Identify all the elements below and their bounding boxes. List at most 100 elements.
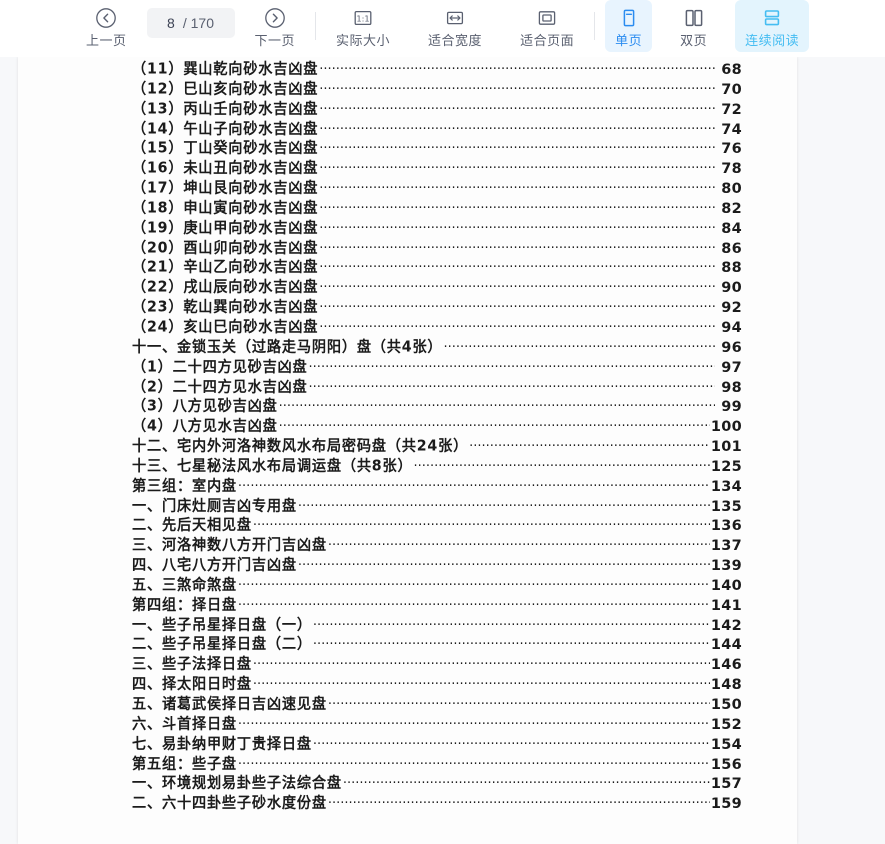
toc-leader-dots: ········································… <box>297 558 710 574</box>
toc-entry[interactable]: （13）丙山壬向砂水吉凶盘 ···························… <box>132 99 742 119</box>
toc-entry[interactable]: 四、八宅八方开门吉凶盘 ·····························… <box>132 555 742 575</box>
toc-entry-page: 152 <box>710 716 742 733</box>
single-page-icon <box>618 6 640 30</box>
toc-entry[interactable]: （15）丁山癸向砂水吉凶盘 ···························… <box>132 138 742 158</box>
toc-leader-dots: ········································… <box>312 736 710 752</box>
toc-entry[interactable]: 十二、宅内外河洛神数风水布局密码盘（共24张） ·················… <box>132 436 742 456</box>
toc-leader-dots: ········································… <box>312 637 710 653</box>
toc-entry-page: 140 <box>710 577 742 594</box>
toc-entry[interactable]: 十三、七星秘法风水布局调运盘（共8张） ·····················… <box>132 456 742 476</box>
toc-entry-page: 136 <box>710 518 742 535</box>
toc-entry-title: 四、择太阳日时盘 <box>132 676 252 694</box>
toc-entry-page: 70 <box>721 81 742 98</box>
toc-entry[interactable]: （4）八方见水吉凶盘 ······························… <box>132 416 742 436</box>
toc-entry-page: 139 <box>710 558 742 575</box>
toc-entry-page: 148 <box>710 677 742 694</box>
toc-entry-title: 十三、七星秘法风水布局调运盘（共8张） <box>132 458 413 475</box>
toc-entry[interactable]: （19）庚山甲向砂水吉凶盘 ···························… <box>132 218 742 238</box>
toc-leader-dots: ········································… <box>237 478 710 494</box>
toc-leader-dots: ········································… <box>319 240 715 256</box>
toc-entry-page: 150 <box>710 697 742 713</box>
toc-entry-title: 一、些子吊星择日盘（一） <box>132 616 312 634</box>
toc-leader-dots: ········································… <box>327 697 710 712</box>
toc-entry-title: 二、先后天相见盘 <box>132 517 252 535</box>
toc-entry[interactable]: 五、诸葛武侯择日吉凶速见盘 ···························… <box>132 694 742 714</box>
toc-entry-title: 二、六十四卦些子砂水度份盘 <box>132 795 327 813</box>
toc-entry[interactable]: （16）未山丑向砂水吉凶盘 ···························… <box>132 158 742 178</box>
page-number-input[interactable]: 8 / 170 <box>146 8 235 38</box>
toc-entry-title: 六、斗首择日盘 <box>132 715 237 733</box>
continuous-reading-button[interactable]: 连续阅读 <box>735 0 810 52</box>
toc-entry[interactable]: （2）二十四方见水吉凶盘 ····························… <box>132 377 742 397</box>
toc-entry-page: 99 <box>721 399 742 416</box>
toc-entry[interactable]: 第四组：择日盘 ·································… <box>132 595 742 615</box>
toc-entry[interactable]: （12）巳山亥向砂水吉凶盘 ···························… <box>132 79 742 99</box>
single-page-label: 单页 <box>615 33 643 48</box>
toc-leader-dots: ········································… <box>319 300 715 316</box>
toc-entry-title: （18）申山寅向砂水吉凶盘 <box>132 200 319 217</box>
toc-leader-dots: ········································… <box>443 339 715 355</box>
prev-page-button[interactable]: 上一页 <box>76 0 137 52</box>
toc-entry[interactable]: 一、环境规划易卦些子法综合盘 ··························… <box>132 773 742 793</box>
toc-leader-dots: ········································… <box>319 319 715 335</box>
toc-entry[interactable]: 第三组：室内盘 ·································… <box>132 476 742 496</box>
fit-page-button[interactable]: 适合页面 <box>510 0 584 52</box>
toc-entry[interactable]: （11）巽山乾向砂水吉凶盘 ···························… <box>132 59 742 79</box>
toc-leader-dots: ········································… <box>237 597 710 613</box>
toc-leader-dots: ········································… <box>469 439 710 455</box>
fit-width-button[interactable]: 适合宽度 <box>418 0 492 52</box>
toc-entry[interactable]: 三、河洛神数八方开门吉凶盘 ···························… <box>132 535 742 555</box>
toc-entry-title: （2）二十四方见水吉凶盘 <box>132 378 308 396</box>
toc-entry[interactable]: （14）午山子向砂水吉凶盘 ···························… <box>132 119 742 139</box>
actual-size-button[interactable]: 1:1 实际大小 <box>326 0 400 52</box>
toc-entry[interactable]: 二、些子吊星择日盘（二） ····························… <box>132 634 742 654</box>
toc-entry-title: 五、诸葛武侯择日吉凶速见盘 <box>132 696 327 713</box>
continuous-scroll-icon <box>761 6 783 30</box>
toc-entry[interactable]: （24）亥山巳向砂水吉凶盘 ···························… <box>132 317 742 337</box>
fit-width-label: 适合宽度 <box>428 33 483 48</box>
toc-entry-page: 80 <box>721 181 742 198</box>
toc-entry-title: （15）丁山癸向砂水吉凶盘 <box>132 140 319 158</box>
toc-entry[interactable]: 十一、金锁玉关（过路走马阴阳）盘（共4张） ···················… <box>132 337 742 357</box>
single-page-button[interactable]: 单页 <box>605 0 653 52</box>
toc-entry-title: 三、河洛神数八方开门吉凶盘 <box>132 537 327 555</box>
toc-entry-title: 第三组：室内盘 <box>132 477 237 495</box>
toc-entry[interactable]: 六、斗首择日盘 ·································… <box>132 714 742 734</box>
toc-entry-title: 三、些子法择日盘 <box>132 656 252 674</box>
toc-leader-dots: ········································… <box>237 716 710 732</box>
toc-leader-dots: ········································… <box>319 220 715 236</box>
toc-entry-title: （14）午山子向砂水吉凶盘 <box>132 120 319 138</box>
toc-entry[interactable]: （21）辛山乙向砂水吉凶盘 ···························… <box>132 257 742 277</box>
toc-entry[interactable]: 二、六十四卦些子砂水度份盘 ···························… <box>132 793 742 813</box>
toc-entry[interactable]: （23）乾山巽向砂水吉凶盘 ···························… <box>132 297 742 317</box>
fit-width-icon <box>444 6 466 30</box>
toc-leader-dots: ········································… <box>252 677 710 693</box>
toc-entry[interactable]: 五、三煞命煞盘 ·································… <box>132 575 742 595</box>
toc-entry[interactable]: 七、易卦纳甲财丁贵择日盘 ····························… <box>132 734 742 754</box>
toolbar-separator-2 <box>594 12 596 40</box>
toc-entry-title: （22）戌山辰向砂水吉凶盘 <box>132 279 319 297</box>
fit-page-label: 适合页面 <box>520 33 575 48</box>
toc-entry-title: （4）八方见水吉凶盘 <box>132 418 278 436</box>
next-page-button[interactable]: 下一页 <box>245 0 306 52</box>
toc-entry[interactable]: 一、些子吊星择日盘（一） ····························… <box>132 615 742 635</box>
pdf-viewer-canvas[interactable]: （11）巽山乾向砂水吉凶盘 ···························… <box>0 57 885 844</box>
toc-entry[interactable]: 一、门床灶厕吉凶专用盘 ·····························… <box>132 496 742 516</box>
double-page-button[interactable]: 双页 <box>670 0 717 52</box>
toc-entry-page: 101 <box>710 439 742 456</box>
toc-entry[interactable]: （18）申山寅向砂水吉凶盘 ···························… <box>132 198 742 218</box>
toc-entry[interactable]: 第五组：些子盘 ·································… <box>132 754 742 774</box>
toc-entry[interactable]: 三、些子法择日盘 ································… <box>132 654 742 674</box>
toc-entry-page: 74 <box>721 121 742 138</box>
toc-entry[interactable]: 二、先后天相见盘 ································… <box>132 515 742 535</box>
toc-entry[interactable]: （22）戌山辰向砂水吉凶盘 ···························… <box>132 277 742 297</box>
toc-entry-title: 一、环境规划易卦些子法综合盘 <box>132 775 342 793</box>
toc-entry[interactable]: （17）坤山艮向砂水吉凶盘 ···························… <box>132 178 742 198</box>
toc-entry-title: （20）酉山卯向砂水吉凶盘 <box>132 239 319 257</box>
toc-entry[interactable]: 四、择太阳日时盘 ································… <box>132 674 742 694</box>
toc-entry[interactable]: （1）二十四方见砂吉凶盘 ····························… <box>132 357 742 377</box>
toc-entry[interactable]: （3）八方见砂吉凶盘 ······························… <box>132 396 742 416</box>
toc-entry[interactable]: （20）酉山卯向砂水吉凶盘 ···························… <box>132 238 742 258</box>
toc-leader-dots: ········································… <box>278 399 715 415</box>
toc-entry-title: （3）八方见砂吉凶盘 <box>132 398 278 416</box>
